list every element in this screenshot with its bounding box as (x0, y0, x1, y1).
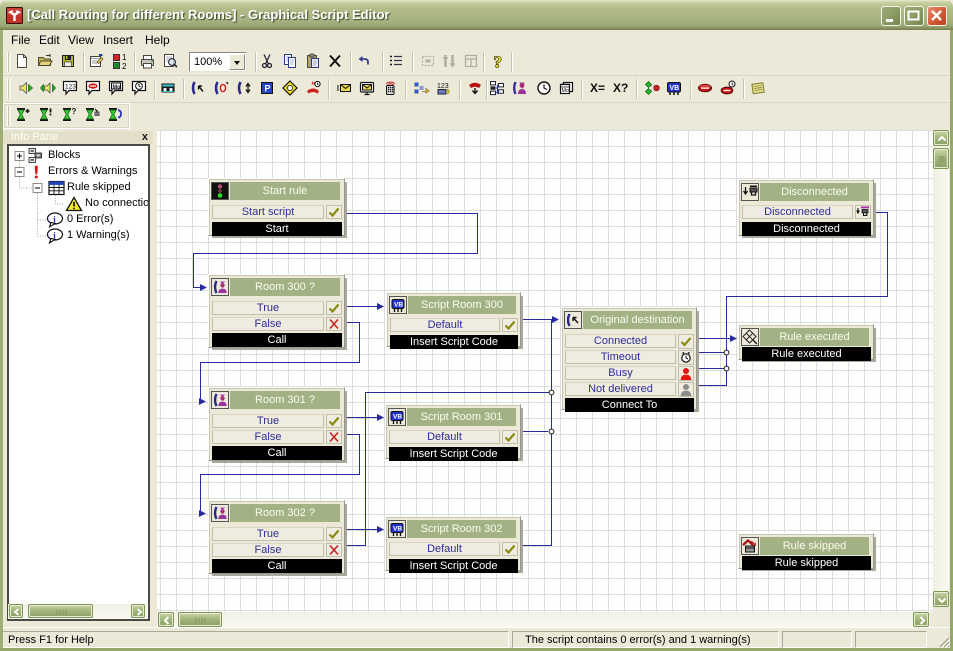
svg-text:VB: VB (393, 526, 402, 533)
svg-text:VB: VB (393, 414, 402, 421)
svg-text:VB: VB (394, 302, 403, 309)
